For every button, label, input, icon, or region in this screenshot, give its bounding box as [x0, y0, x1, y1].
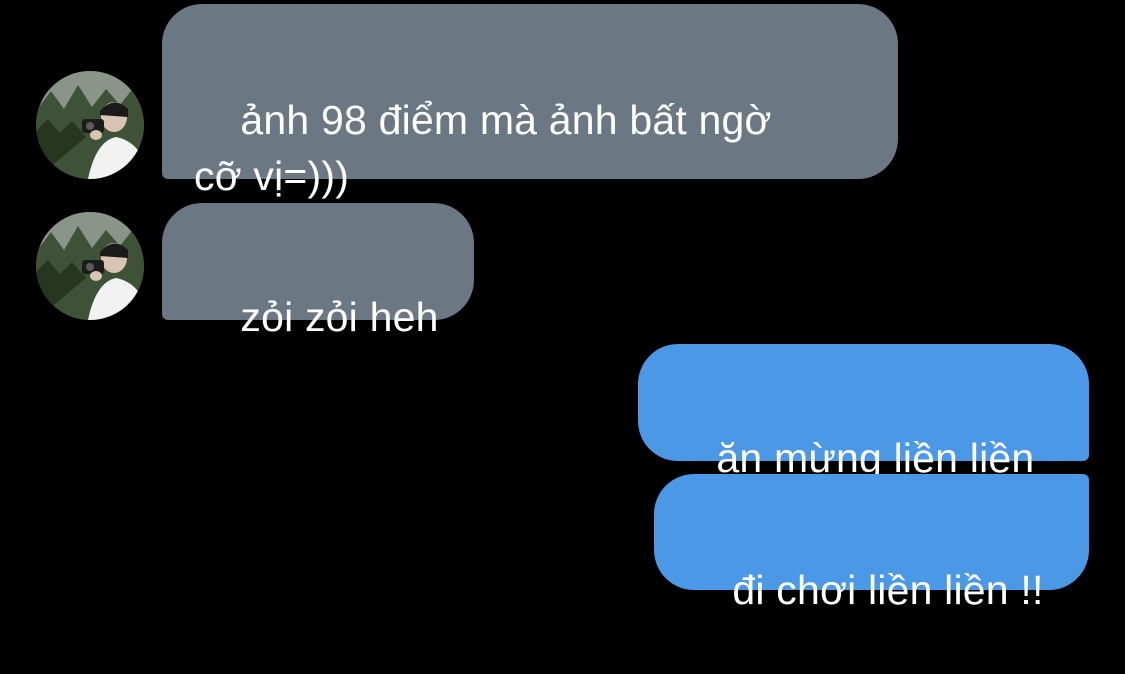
contact-avatar[interactable] — [36, 212, 144, 320]
message-bubble-outgoing[interactable]: ăn mừng liền liền — [638, 344, 1089, 481]
contact-avatar[interactable] — [36, 71, 144, 179]
message-bubble-incoming[interactable]: zỏi zỏi heh — [162, 203, 474, 340]
avatar-photo-icon — [36, 212, 144, 320]
avatar-photo-icon — [36, 71, 144, 179]
message-bubble-outgoing[interactable]: đi chơi liền liền !! — [654, 474, 1089, 613]
message-text: zỏi zỏi heh — [240, 294, 439, 340]
message-text: đi chơi liền liền !! — [732, 567, 1044, 613]
chat-thread: ảnh 98 điểm mà ảnh bất ngờ cỡ vị=))) zỏi… — [0, 0, 1125, 613]
message-text: ảnh 98 điểm mà ảnh bất ngờ cỡ vị=))) — [194, 97, 772, 199]
message-bubble-incoming[interactable]: ảnh 98 điểm mà ảnh bất ngờ cỡ vị=))) — [162, 4, 898, 199]
